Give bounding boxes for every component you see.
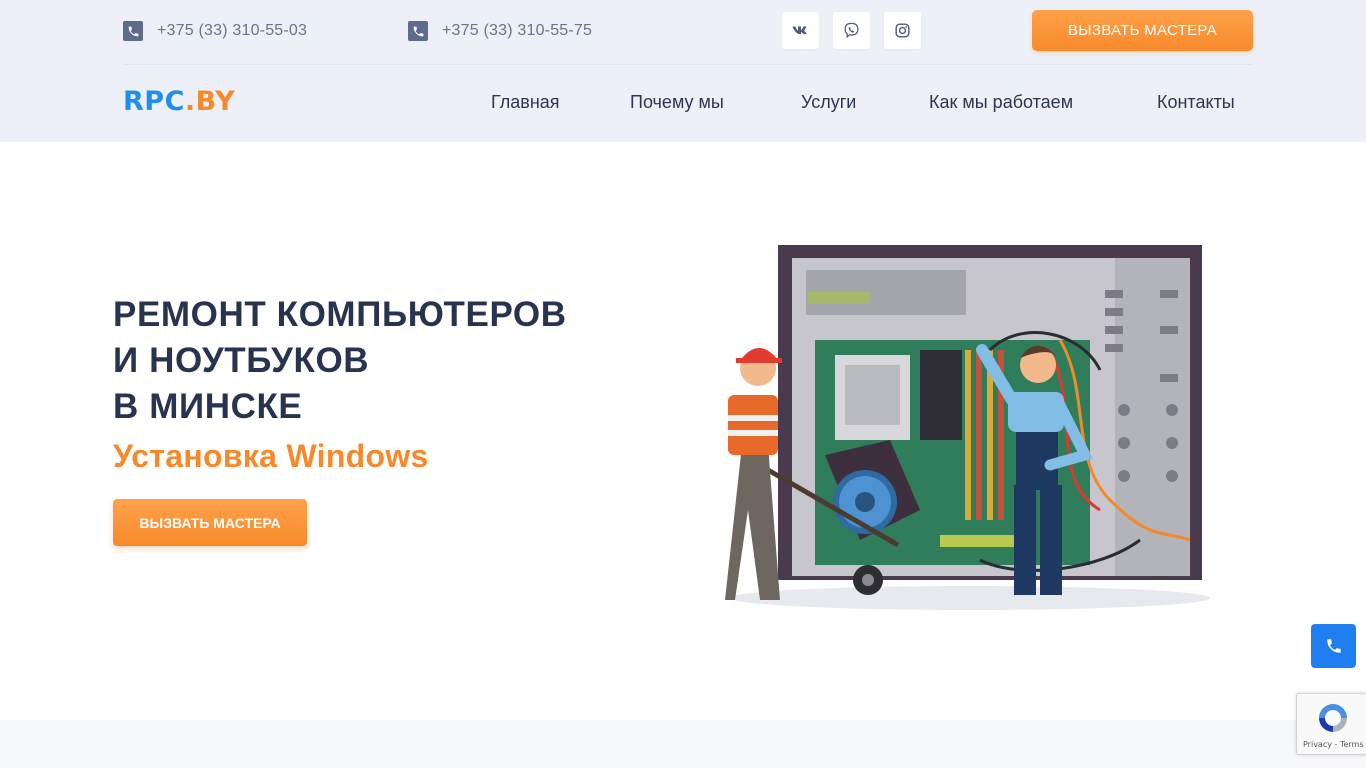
header: +375 (33) 310-55-03 +375 (33) 310-55-75 … <box>0 0 1366 142</box>
next-section-band <box>0 720 1366 768</box>
hero-title: РЕМОНТ КОМПЬЮТЕРОВ И НОУТБУКОВ В МИНСКЕ <box>113 292 673 430</box>
call-master-button-hero[interactable]: ВЫЗВАТЬ МАСТЕРА <box>113 499 307 546</box>
hero-title-line: РЕМОНТ КОМПЬЮТЕРОВ <box>113 295 567 334</box>
nav-home[interactable]: Главная <box>491 92 560 113</box>
vk-link[interactable] <box>782 12 819 49</box>
logo-text-primary: RPC <box>123 86 185 117</box>
hero-subtitle: Установка Windows <box>113 438 429 474</box>
hero-title-line: И НОУТБУКОВ <box>113 341 370 380</box>
recaptcha-badge[interactable]: Privacy - Terms <box>1296 693 1366 755</box>
viber-link[interactable] <box>833 12 870 49</box>
phone-number: +375 (33) 310-55-75 <box>442 22 593 39</box>
phone-icon <box>408 21 428 41</box>
logo[interactable]: RPC.BY <box>123 86 235 117</box>
nav-how-we-work[interactable]: Как мы работаем <box>929 92 1073 113</box>
viber-icon <box>844 22 859 39</box>
vk-icon <box>792 26 807 35</box>
phone-contact-1[interactable]: +375 (33) 310-55-03 <box>123 20 307 42</box>
repair-workers-illustration <box>725 245 1210 610</box>
nav-why-us[interactable]: Почему мы <box>630 92 724 113</box>
phone-icon <box>123 21 143 41</box>
nav-services[interactable]: Услуги <box>801 92 856 113</box>
call-master-button-header[interactable]: ВЫЗВАТЬ МАСТЕРА <box>1032 10 1253 51</box>
instagram-icon <box>895 23 910 38</box>
recaptcha-icon <box>1319 704 1347 732</box>
phone-contact-2[interactable]: +375 (33) 310-55-75 <box>408 20 592 42</box>
recaptcha-terms[interactable]: Privacy - Terms <box>1303 740 1364 749</box>
phone-number: +375 (33) 310-55-03 <box>157 22 308 39</box>
instagram-link[interactable] <box>884 12 921 49</box>
header-divider <box>123 64 1253 65</box>
hero-title-line: В МИНСКЕ <box>113 387 303 426</box>
phone-icon <box>1326 639 1341 653</box>
floating-call-button[interactable] <box>1311 624 1356 668</box>
logo-text-secondary: .BY <box>184 86 236 117</box>
nav-contacts[interactable]: Контакты <box>1157 92 1235 113</box>
